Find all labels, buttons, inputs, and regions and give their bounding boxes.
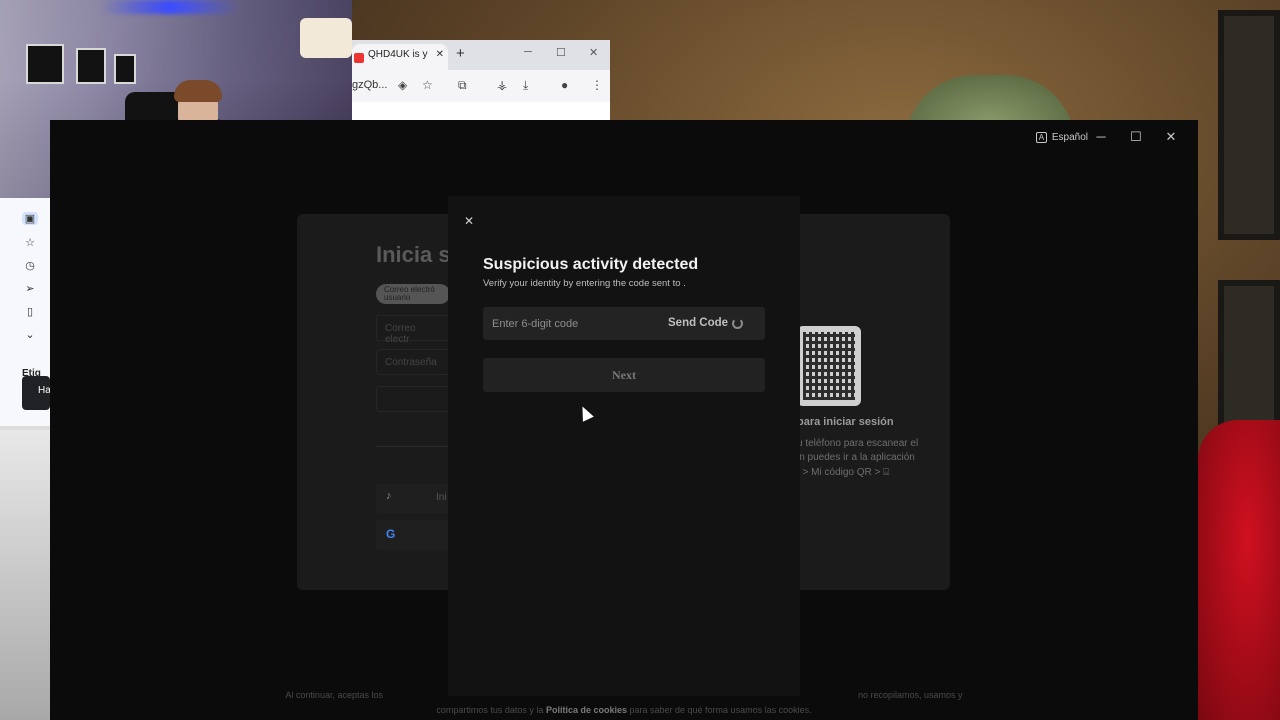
extensions-icon[interactable]: ⧉ bbox=[458, 78, 467, 93]
verification-code-input[interactable] bbox=[483, 307, 653, 340]
webcam-person-hair bbox=[174, 80, 222, 102]
download-icon[interactable]: ⤓ bbox=[523, 78, 528, 93]
password-field[interactable]: Contraseña bbox=[376, 349, 450, 375]
browser-close-icon[interactable]: ✕ bbox=[589, 46, 598, 59]
background-light-strip bbox=[0, 430, 50, 720]
red-chair bbox=[1198, 420, 1280, 720]
qr-instruction: u teléfono para escanear el bbox=[797, 438, 919, 449]
qr-title: para iniciar sesión bbox=[797, 416, 894, 428]
divider bbox=[376, 446, 450, 447]
email-field[interactable]: Correo electr bbox=[376, 315, 450, 345]
cookies-text-before: compartimos tus datos y la bbox=[436, 705, 544, 715]
address-bar[interactable]: gzQb... bbox=[352, 79, 387, 91]
gmail-tooltip: Ha bbox=[22, 376, 51, 410]
gmail-sidebar: ▣ ☆ ◷ ➢ ▯ ⌄ Etiq Ha bbox=[0, 198, 51, 430]
webcam-poster bbox=[114, 54, 136, 84]
loading-spinner-icon bbox=[732, 318, 743, 329]
browser-tab-strip: QHD4UK is y ✕ + ─ ☐ ✕ bbox=[352, 40, 610, 70]
webcam-lamp bbox=[300, 18, 352, 58]
divider bbox=[0, 426, 50, 430]
browser-page-area bbox=[352, 102, 610, 120]
login-method-tab[interactable]: Correo electró usuario bbox=[376, 284, 450, 304]
cookie-policy-link[interactable]: Política de cookies bbox=[546, 705, 627, 715]
drafts-icon[interactable]: ▯ bbox=[22, 305, 38, 318]
language-selector[interactable]: A Español bbox=[1035, 132, 1088, 143]
google-login-button[interactable]: G bbox=[376, 520, 450, 550]
terms-text-right: no recopilamos, usamos y bbox=[858, 690, 963, 700]
cookies-footer-line: compartimos tus datos y la Política de c… bbox=[50, 705, 1198, 715]
login-submit-button[interactable] bbox=[376, 386, 450, 412]
wall-frame bbox=[1218, 10, 1280, 240]
code-input-group: Send Code bbox=[483, 307, 765, 340]
tiktok-icon: ♪ bbox=[386, 490, 392, 502]
browser-tab[interactable]: QHD4UK is y ✕ bbox=[352, 44, 448, 70]
chevron-down-icon[interactable]: ⌄ bbox=[22, 328, 38, 341]
starred-icon[interactable]: ☆ bbox=[22, 236, 38, 249]
close-icon[interactable]: ✕ bbox=[464, 214, 474, 228]
browser-tab-title: QHD4UK is y bbox=[368, 49, 428, 60]
webcam-led-light bbox=[100, 0, 240, 14]
send-code-button[interactable]: Send Code bbox=[668, 317, 728, 329]
terms-text-left: Al continuar, aceptas los bbox=[285, 690, 383, 700]
language-label: Español bbox=[1051, 132, 1088, 143]
browser-toolbar: gzQb... ◈ ☆ ⧉ ⚶ ⤓ ● ⋮ bbox=[352, 70, 610, 102]
app-minimize-icon[interactable]: ─ bbox=[1091, 129, 1111, 144]
modal-subtitle: Verify your identity by entering the cod… bbox=[483, 278, 686, 289]
new-tab-icon[interactable]: + bbox=[456, 45, 465, 62]
browser-minimize-icon[interactable]: ─ bbox=[524, 46, 532, 58]
qr-instruction: in puedes ir a la aplicación bbox=[797, 452, 915, 463]
gmail-favicon-icon bbox=[354, 53, 364, 63]
next-button[interactable]: Next bbox=[483, 358, 765, 392]
inbox-icon[interactable]: ▣ bbox=[22, 212, 38, 225]
cookies-text-after: para saber de qué forma usamos las cooki… bbox=[629, 705, 812, 715]
language-icon: A bbox=[1035, 132, 1047, 143]
app-close-icon[interactable]: ✕ bbox=[1161, 129, 1181, 145]
lens-icon[interactable]: ◈ bbox=[398, 78, 407, 92]
login-app-window: A Español ─ ☐ ✕ Inicia se Correo electró… bbox=[50, 120, 1198, 720]
verification-modal: ✕ Suspicious activity detected Verify yo… bbox=[448, 196, 800, 696]
tab-close-icon[interactable]: ✕ bbox=[436, 49, 444, 60]
browser-window: QHD4UK is y ✕ + ─ ☐ ✕ gzQb... ◈ ☆ ⧉ ⚶ ⤓ … bbox=[352, 40, 610, 120]
more-menu-icon[interactable]: ⋮ bbox=[591, 78, 603, 92]
webcam-poster bbox=[26, 44, 64, 84]
profile-avatar-icon[interactable]: ● bbox=[561, 78, 568, 92]
webcam-poster bbox=[76, 48, 106, 84]
google-icon: G bbox=[386, 527, 396, 541]
sent-icon[interactable]: ➢ bbox=[22, 282, 38, 295]
translate-icon[interactable]: ⚶ bbox=[497, 78, 507, 92]
app-maximize-icon[interactable]: ☐ bbox=[1126, 129, 1146, 145]
modal-title: Suspicious activity detected bbox=[483, 256, 699, 273]
qr-code-pattern bbox=[803, 332, 855, 400]
qr-code-image bbox=[797, 326, 861, 406]
bookmark-star-icon[interactable]: ☆ bbox=[422, 78, 433, 92]
snoozed-clock-icon[interactable]: ◷ bbox=[22, 259, 38, 272]
qr-instruction: : > Mi código QR > ⌸ bbox=[797, 467, 890, 478]
tiktok-login-button[interactable]: ♪ Ini bbox=[376, 484, 450, 514]
tiktok-login-label: Ini bbox=[436, 492, 447, 503]
browser-maximize-icon[interactable]: ☐ bbox=[556, 46, 566, 59]
desktop-screen: QHD4UK is y ✕ + ─ ☐ ✕ gzQb... ◈ ☆ ⧉ ⚶ ⤓ … bbox=[0, 0, 1280, 720]
